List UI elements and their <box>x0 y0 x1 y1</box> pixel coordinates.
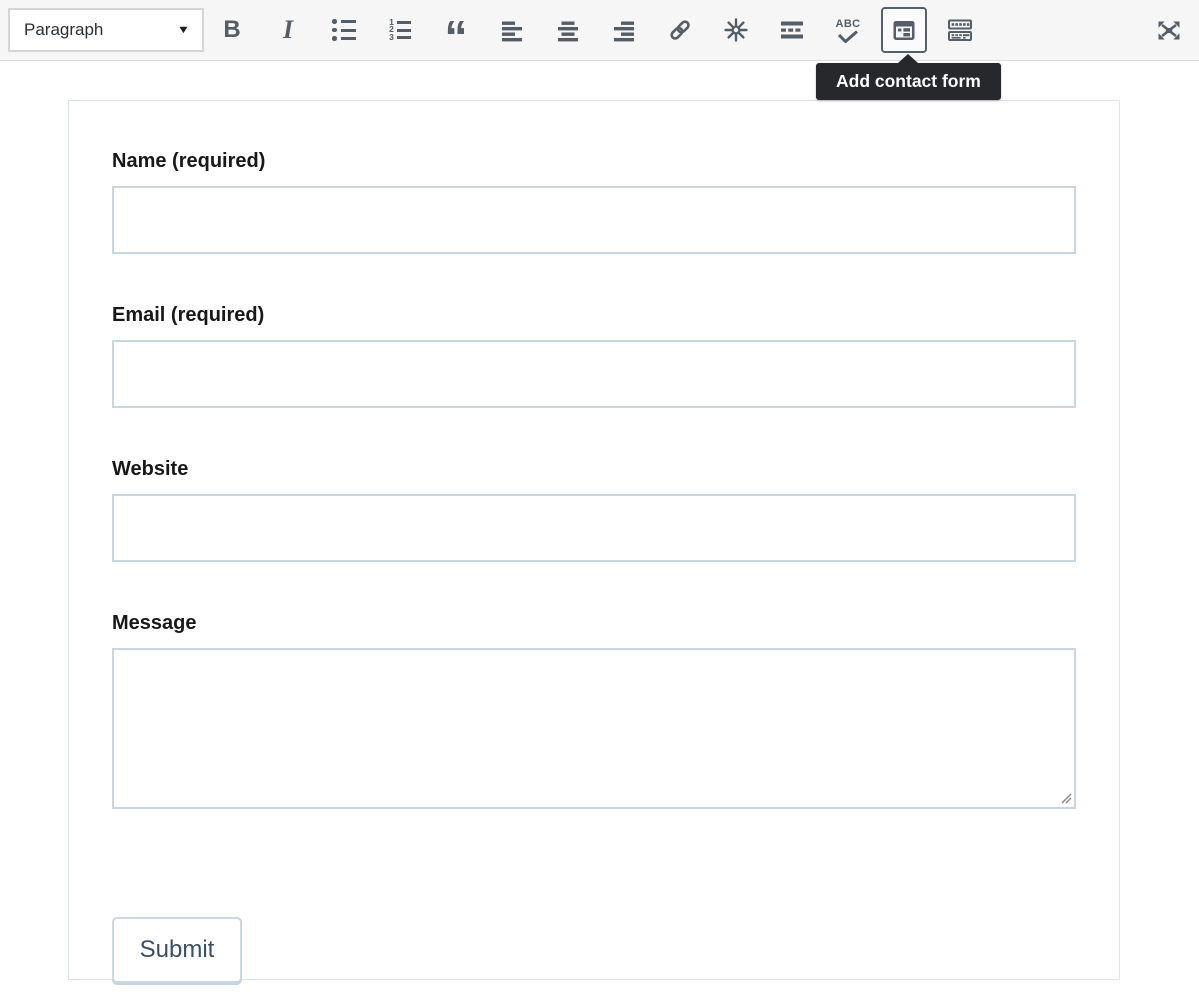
insert-link-button[interactable] <box>652 4 708 56</box>
unlink-icon <box>723 17 749 43</box>
contact-form-preview: Name (required) Email (required) Website… <box>68 100 1120 980</box>
fullscreen-expand-icon <box>1155 18 1183 43</box>
tooltip-text: Add contact form <box>836 71 981 92</box>
align-right-button[interactable] <box>596 4 652 56</box>
email-input[interactable] <box>112 340 1076 408</box>
form-field-message: Message <box>112 612 1076 809</box>
spellcheck-label: ABC <box>835 18 860 30</box>
email-field-label: Email (required) <box>112 304 1076 327</box>
bulleted-list-icon <box>332 19 356 41</box>
read-more-icon <box>779 19 805 41</box>
insert-read-more-button[interactable] <box>764 4 820 56</box>
remove-link-button[interactable] <box>708 4 764 56</box>
paragraph-style-value: Paragraph <box>24 20 103 40</box>
contact-form-icon <box>892 20 916 41</box>
align-center-button[interactable] <box>540 4 596 56</box>
caret-down-icon: ▼ <box>177 24 191 36</box>
blockquote-button[interactable]: “ <box>428 4 484 56</box>
website-field-label: Website <box>112 458 1076 481</box>
submit-button[interactable]: Submit <box>112 917 242 983</box>
message-textarea[interactable] <box>112 648 1076 809</box>
name-input[interactable] <box>112 186 1076 254</box>
fullscreen-button[interactable] <box>1141 4 1197 56</box>
form-field-website: Website <box>112 458 1076 562</box>
spellcheck-button[interactable]: ABC <box>820 4 876 56</box>
numbered-list-icon: 1 2 3 <box>389 19 411 42</box>
bulleted-list-button[interactable] <box>316 4 372 56</box>
italic-button[interactable]: I <box>260 4 316 56</box>
ol-num-3: 3 <box>389 34 394 42</box>
form-field-name: Name (required) <box>112 150 1076 254</box>
blockquote-icon: “ <box>445 18 468 42</box>
tooltip-add-contact-form: Add contact form <box>816 63 1001 100</box>
italic-icon: I <box>283 15 293 45</box>
form-field-email: Email (required) <box>112 304 1076 408</box>
add-contact-form-button[interactable] <box>881 7 927 53</box>
spellcheck-icon: ABC <box>835 18 860 43</box>
editor-window: Paragraph ▼ B I 1 2 3 <box>0 0 1199 992</box>
align-right-icon <box>612 18 636 42</box>
paragraph-style-dropdown[interactable]: Paragraph ▼ <box>8 8 204 52</box>
message-field-label: Message <box>112 612 1076 635</box>
bold-button[interactable]: B <box>204 4 260 56</box>
align-center-icon <box>556 18 580 42</box>
numbered-list-button[interactable]: 1 2 3 <box>372 4 428 56</box>
align-left-icon <box>500 18 524 42</box>
editor-toolbar: Paragraph ▼ B I 1 2 3 <box>0 0 1199 61</box>
name-field-label: Name (required) <box>112 150 1076 173</box>
align-left-button[interactable] <box>484 4 540 56</box>
keyboard-icon <box>947 19 973 42</box>
link-icon <box>667 17 693 43</box>
bold-icon: B <box>223 16 240 44</box>
toolbar-toggle-button[interactable] <box>932 4 988 56</box>
website-input[interactable] <box>112 494 1076 562</box>
